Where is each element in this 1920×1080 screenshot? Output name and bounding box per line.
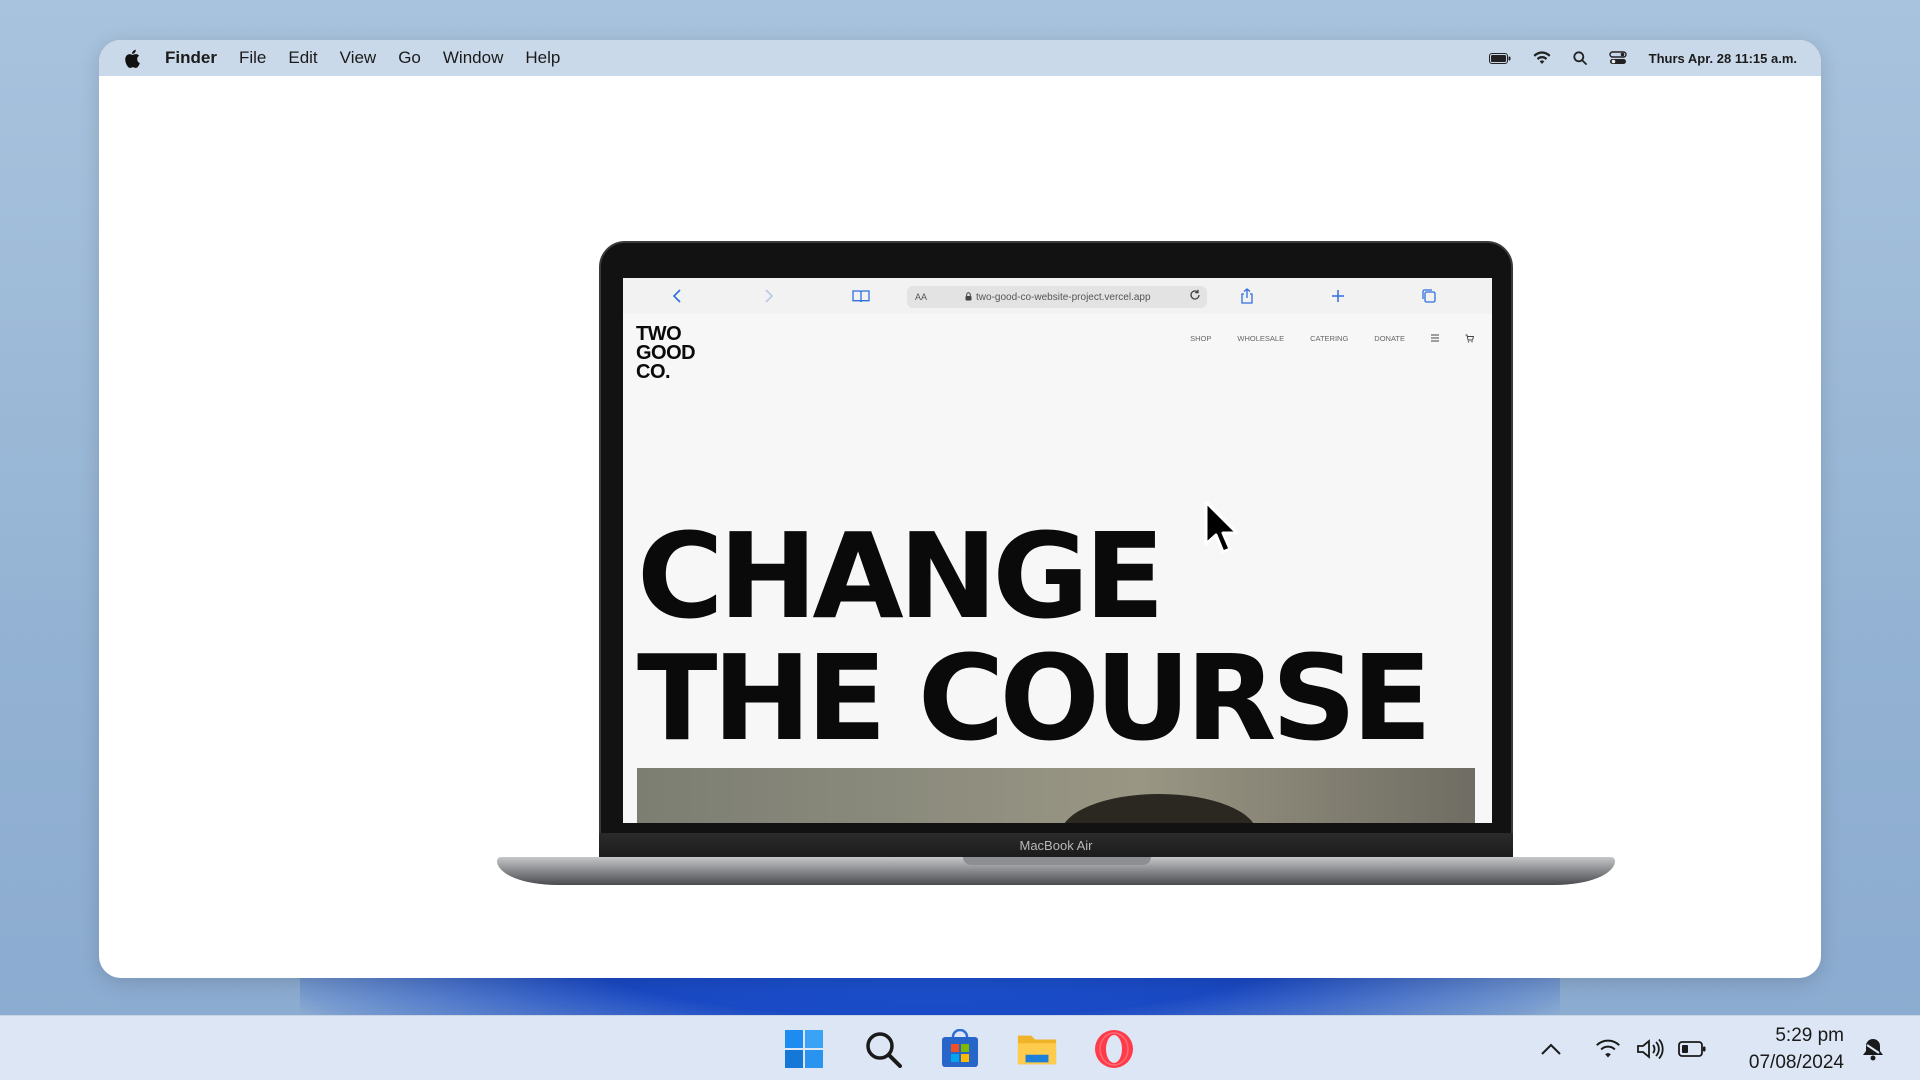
wifi-icon[interactable] (1595, 1036, 1621, 1062)
model-label: MacBook Air (1019, 838, 1093, 853)
hamburger-menu-icon[interactable] (1431, 334, 1439, 345)
apple-logo-icon[interactable] (123, 48, 141, 68)
nav-catering[interactable]: CATERING (1310, 334, 1348, 345)
new-tab-icon[interactable] (1328, 286, 1348, 306)
safari-toolbar: AA two-good-co-website-project.vercel.ap… (623, 278, 1492, 314)
taskbar-clock[interactable]: 5:29 pm 07/08/2024 (1749, 1022, 1844, 1076)
nav-wholesale[interactable]: WHOLESALE (1237, 334, 1284, 345)
battery-icon[interactable] (1678, 1036, 1706, 1062)
clock-date: 07/08/2024 (1748, 1052, 1844, 1073)
chevron-up-icon[interactable] (1540, 1036, 1562, 1062)
forward-icon[interactable] (759, 286, 779, 306)
mac-window: Finder File Edit View Go Window Help Thu… (99, 40, 1821, 978)
clock-time: 5:29 pm (1775, 1025, 1844, 1046)
hero-line-1: CHANGE (637, 507, 1165, 645)
text-size-button[interactable]: AA (915, 292, 927, 302)
menu-edit[interactable]: Edit (288, 48, 317, 68)
mac-menubar: Finder File Edit View Go Window Help Thu… (99, 40, 1821, 76)
nav-donate[interactable]: DONATE (1374, 334, 1405, 345)
logo-line: CO. (636, 361, 671, 383)
menu-go[interactable]: Go (398, 48, 421, 68)
battery-icon[interactable] (1488, 52, 1511, 64)
site-nav: SHOP WHOLESALE CATERING DONATE (1190, 334, 1475, 345)
store-icon[interactable] (939, 1028, 981, 1070)
control-center-icon[interactable] (1608, 51, 1627, 65)
menu-finder[interactable]: Finder (165, 48, 217, 68)
tabs-overview-icon[interactable] (1419, 286, 1439, 306)
nav-shop[interactable]: SHOP (1190, 334, 1211, 345)
hero-image-subject (1061, 794, 1257, 823)
share-icon[interactable] (1237, 286, 1257, 306)
macbook-mockup: AA two-good-co-website-project.vercel.ap… (497, 241, 1615, 886)
mac-datetime[interactable]: Thurs Apr. 28 11:15 a.m. (1649, 51, 1797, 66)
notification-bell-icon[interactable] (1860, 1036, 1886, 1062)
menu-view[interactable]: View (340, 48, 377, 68)
spotlight-search-icon[interactable] (1573, 51, 1587, 65)
lock-icon (965, 291, 972, 303)
taskbar: 5:29 pm 07/08/2024 (0, 1015, 1920, 1080)
search-icon[interactable] (862, 1028, 904, 1070)
file-explorer-icon[interactable] (1016, 1028, 1058, 1070)
reload-icon[interactable] (1189, 289, 1201, 304)
mouse-cursor-icon (1203, 500, 1245, 560)
laptop-notch (963, 857, 1151, 865)
menu-help[interactable]: Help (525, 48, 560, 68)
menu-window[interactable]: Window (443, 48, 503, 68)
cart-icon[interactable] (1465, 334, 1475, 345)
menu-file[interactable]: File (239, 48, 266, 68)
wifi-icon[interactable] (1533, 51, 1551, 65)
mac-status-area: Thurs Apr. 28 11:15 a.m. (1488, 40, 1797, 76)
back-icon[interactable] (667, 286, 687, 306)
site-logo[interactable]: TWO GOOD CO. (636, 324, 696, 383)
laptop-screen: AA two-good-co-website-project.vercel.ap… (623, 278, 1492, 823)
opera-icon[interactable] (1093, 1028, 1135, 1070)
address-bar[interactable]: AA two-good-co-website-project.vercel.ap… (907, 286, 1207, 308)
url-text: two-good-co-website-project.vercel.app (976, 291, 1151, 303)
laptop-lid: AA two-good-co-website-project.vercel.ap… (599, 241, 1513, 861)
hero-line-2: THE COURSE (637, 629, 1432, 767)
hero-image (637, 768, 1475, 823)
volume-icon[interactable] (1636, 1036, 1664, 1062)
laptop-hinge: MacBook Air (599, 833, 1513, 859)
bookmarks-icon[interactable] (851, 286, 871, 306)
start-icon[interactable] (783, 1028, 825, 1070)
hero-heading: CHANGE THE COURSE (637, 507, 1432, 767)
